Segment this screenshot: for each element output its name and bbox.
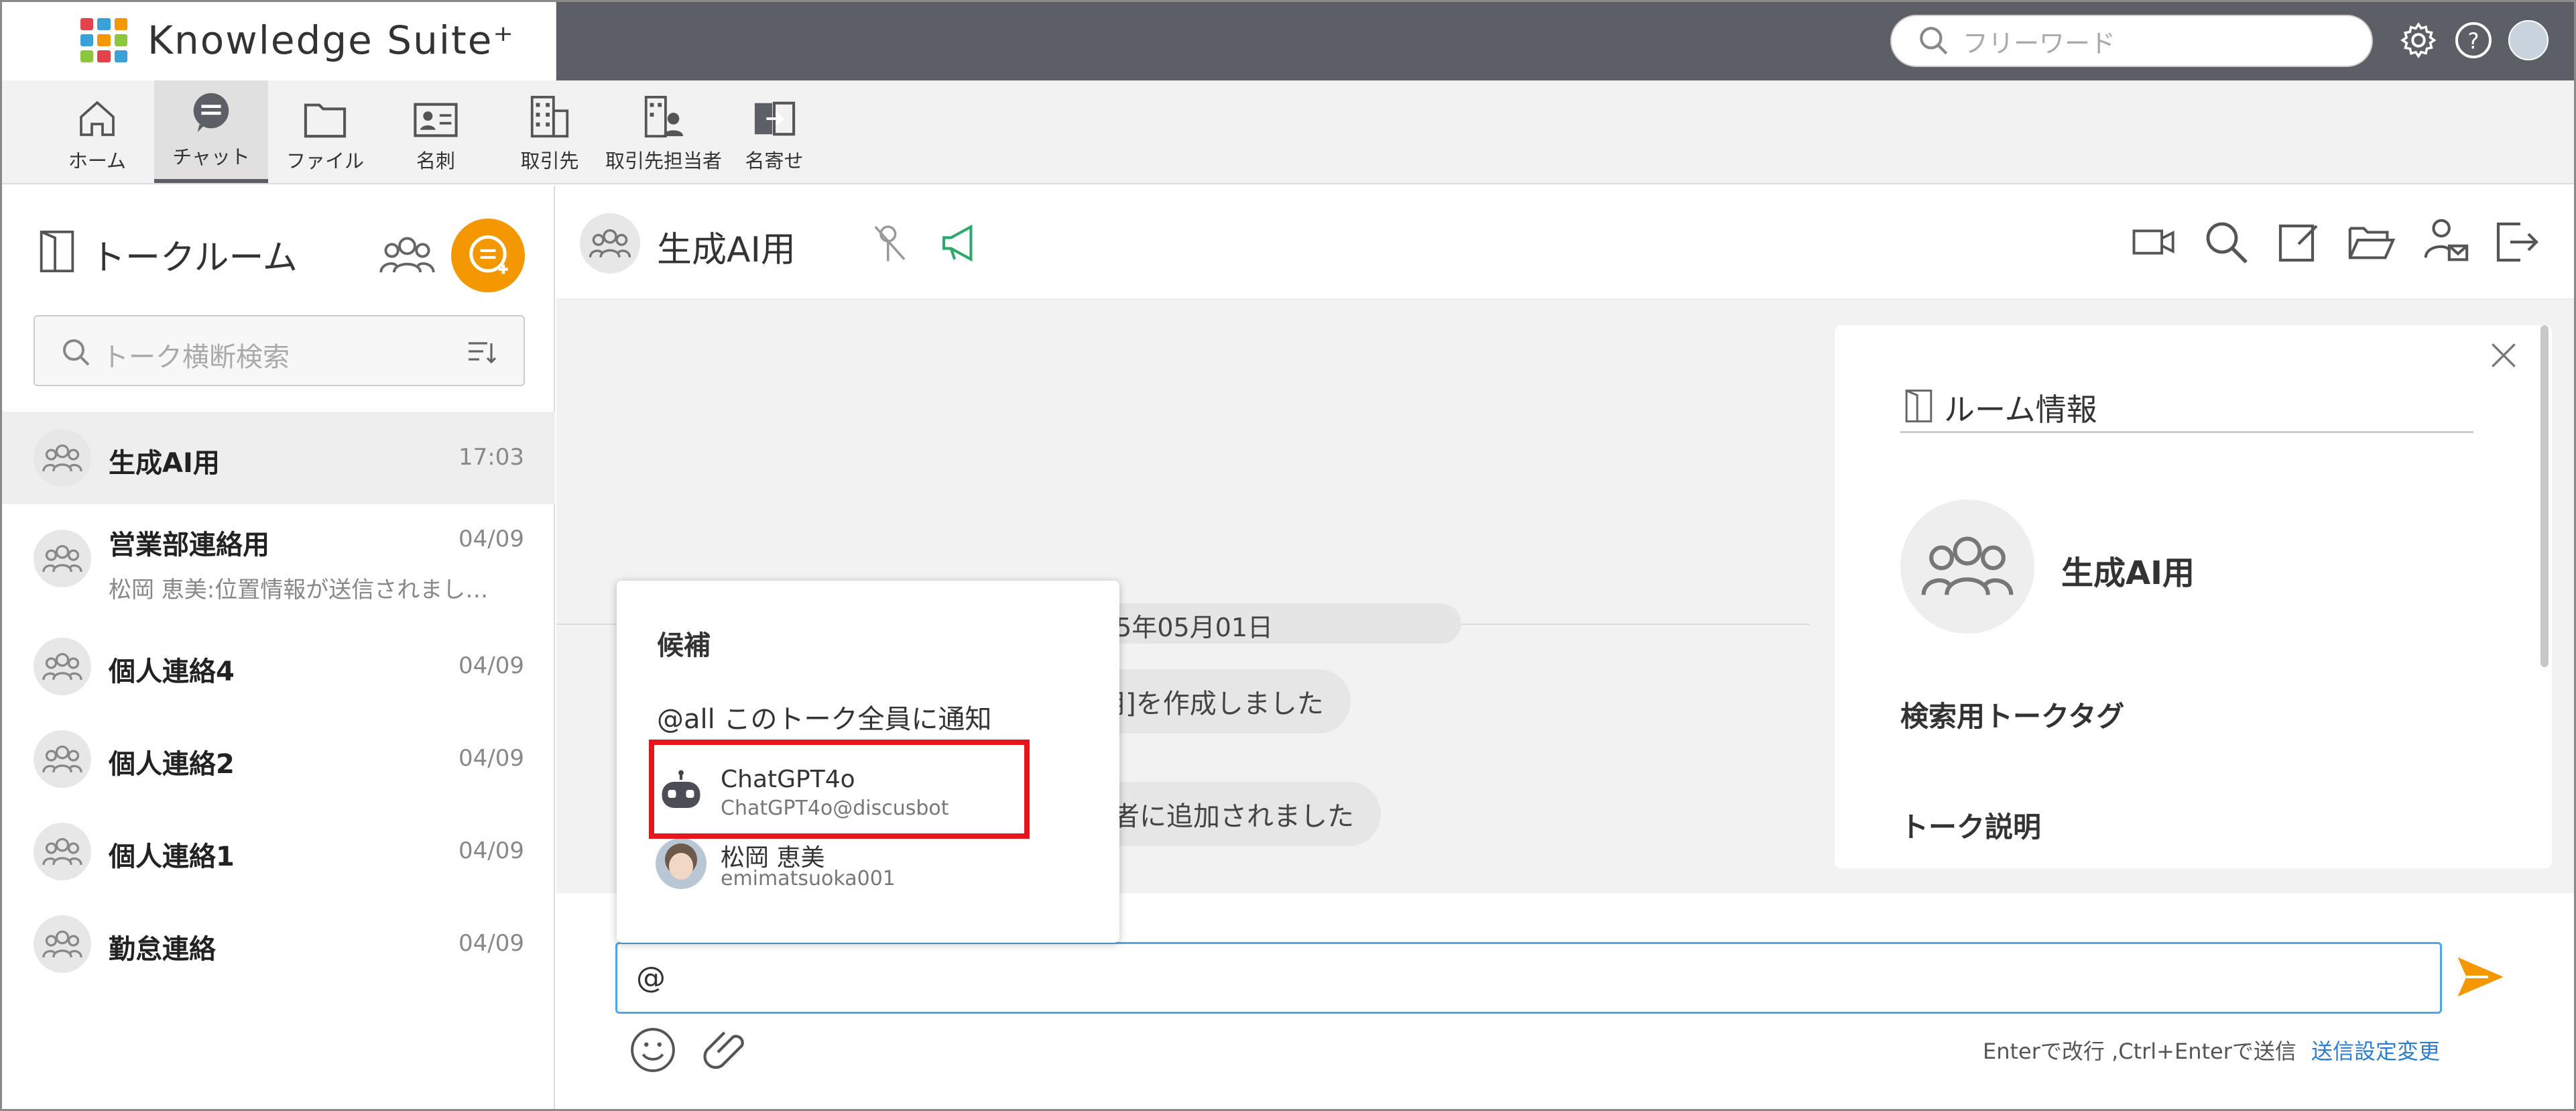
room-name: 個人連絡4 bbox=[109, 656, 235, 687]
merge-icon bbox=[754, 101, 796, 136]
send-icon[interactable] bbox=[2453, 951, 2506, 1003]
talk-search-placeholder: トーク横断検索 bbox=[102, 342, 290, 373]
room-info-divider bbox=[1900, 431, 2473, 433]
room-item[interactable]: 個人連絡4 04/09 bbox=[0, 620, 555, 713]
door-icon bbox=[1905, 390, 1933, 422]
announcement-icon[interactable] bbox=[938, 221, 985, 265]
tool-merge-label: 名寄せ bbox=[745, 150, 804, 172]
brand-logo-icon bbox=[80, 18, 127, 62]
mention-popup-title: 候補 bbox=[657, 630, 711, 661]
room-info-title: ルーム情報 bbox=[1944, 392, 2097, 428]
group-avatar-icon bbox=[34, 823, 91, 880]
room-name: 営業部連絡用 bbox=[109, 530, 269, 561]
members-icon[interactable] bbox=[379, 228, 436, 282]
room-preview: 松岡 恵美:位置情報が送信されまし… bbox=[109, 577, 489, 603]
send-settings-link[interactable]: 送信設定変更 bbox=[2311, 1035, 2440, 1065]
tool-files[interactable]: ファイル bbox=[282, 80, 369, 183]
group-avatar-icon bbox=[34, 429, 91, 487]
global-search-input[interactable]: フリーワード bbox=[1890, 15, 2373, 67]
room-time: 04/09 bbox=[458, 652, 524, 679]
talk-search-input[interactable]: トーク横断検索 bbox=[34, 315, 525, 386]
help-icon[interactable]: ? bbox=[2453, 20, 2494, 60]
group-avatar-icon bbox=[34, 638, 91, 695]
close-icon[interactable] bbox=[2487, 339, 2520, 372]
new-chat-icon bbox=[469, 235, 508, 274]
folder-icon bbox=[304, 103, 347, 138]
group-avatar-icon bbox=[34, 530, 91, 587]
tool-account-contacts-label: 取引先担当者 bbox=[605, 150, 722, 172]
new-talk-button[interactable] bbox=[451, 219, 525, 292]
tool-chat-label: チャット bbox=[172, 145, 250, 168]
tool-merge[interactable]: 名寄せ bbox=[737, 80, 811, 183]
room-time: 04/09 bbox=[458, 526, 524, 552]
member-mail-icon[interactable] bbox=[2421, 215, 2469, 266]
search-icon[interactable] bbox=[2202, 218, 2250, 266]
room-info-name: 生成AI用 bbox=[2061, 554, 2195, 592]
chat-icon bbox=[193, 93, 229, 133]
tool-chat[interactable]: チャット bbox=[154, 80, 268, 183]
svg-text:?: ? bbox=[2467, 29, 2479, 54]
room-item[interactable]: 営業部連絡用 04/09 松岡 恵美:位置情報が送信されまし… bbox=[0, 504, 555, 613]
tool-accounts[interactable]: 取引先 bbox=[509, 80, 590, 183]
room-item[interactable]: 個人連絡1 04/09 bbox=[0, 805, 555, 898]
talk-room-title: トークルーム bbox=[90, 238, 298, 278]
tool-home[interactable]: ホーム bbox=[60, 80, 134, 183]
room-item[interactable]: 個人連絡2 04/09 bbox=[0, 713, 555, 805]
user-avatar[interactable] bbox=[2508, 20, 2549, 60]
building-icon bbox=[530, 95, 569, 138]
room-info-scrollbar[interactable] bbox=[2540, 325, 2549, 667]
sort-icon[interactable] bbox=[466, 338, 498, 367]
room-time: 04/09 bbox=[458, 837, 524, 864]
tool-business-cards-label: 名刺 bbox=[416, 150, 455, 172]
room-name: 勤怠連絡 bbox=[109, 934, 216, 965]
open-folder-icon[interactable] bbox=[2346, 218, 2397, 266]
business-card-icon bbox=[414, 103, 458, 137]
room-time: 17:03 bbox=[458, 444, 524, 471]
chat-header bbox=[556, 186, 2576, 300]
edit-note-icon[interactable] bbox=[2274, 218, 2323, 266]
date-label: 25年05月01日 bbox=[1099, 613, 1274, 642]
user-avatar bbox=[656, 838, 707, 889]
group-avatar-icon bbox=[580, 213, 640, 274]
group-avatar-icon bbox=[34, 915, 91, 973]
building-person-icon bbox=[644, 95, 684, 138]
room-time: 04/09 bbox=[458, 745, 524, 772]
room-name: 個人連絡1 bbox=[109, 841, 235, 872]
mention-all-option[interactable]: @all このトーク全員に通知 bbox=[657, 697, 991, 736]
search-icon bbox=[63, 339, 90, 366]
brand-name: Knowledge Suite⁺ bbox=[147, 17, 515, 63]
room-item[interactable]: 生成AI用 17:03 bbox=[0, 412, 555, 504]
global-search-placeholder: フリーワード bbox=[1963, 28, 2116, 58]
tool-home-label: ホーム bbox=[68, 150, 127, 172]
video-call-icon[interactable] bbox=[2130, 218, 2179, 266]
mention-candidate-id: emimatsuoka001 bbox=[721, 867, 896, 890]
attachment-icon[interactable] bbox=[700, 1024, 753, 1076]
settings-gear-icon[interactable] bbox=[2398, 20, 2439, 60]
send-hint: Enterで改行 ,Ctrl+Enterで送信 bbox=[1983, 1039, 2296, 1064]
search-icon bbox=[1920, 27, 1948, 55]
door-icon bbox=[40, 230, 74, 273]
room-item[interactable]: 勤怠連絡 04/09 bbox=[0, 898, 555, 990]
tool-accounts-label: 取引先 bbox=[520, 150, 579, 172]
tool-account-contacts[interactable]: 取引先担当者 bbox=[600, 80, 727, 183]
main-toolbar: ホーム チャット ファイル 名刺 取引先 取引先担当者 名寄せ bbox=[0, 80, 2576, 184]
search-tags-label: 検索用トークタグ bbox=[1900, 700, 2125, 733]
emoji-icon[interactable] bbox=[627, 1024, 679, 1076]
chat-room-title: 生成AI用 bbox=[657, 230, 796, 270]
room-name: 生成AI用 bbox=[109, 448, 220, 479]
talk-description-label: トーク説明 bbox=[1900, 811, 2042, 843]
leave-room-icon[interactable] bbox=[2492, 218, 2540, 266]
tool-files-label: ファイル bbox=[286, 150, 364, 172]
room-time: 04/09 bbox=[458, 930, 524, 957]
pin-off-icon[interactable] bbox=[868, 221, 912, 265]
room-name: 個人連絡2 bbox=[109, 749, 235, 780]
group-avatar-icon bbox=[34, 730, 91, 788]
message-input[interactable] bbox=[615, 942, 2442, 1014]
tool-business-cards[interactable]: 名刺 bbox=[395, 80, 476, 183]
home-icon bbox=[80, 101, 115, 136]
group-avatar-icon bbox=[1900, 500, 2034, 634]
brand-area: Knowledge Suite⁺ bbox=[0, 0, 556, 80]
highlight-box bbox=[649, 740, 1030, 839]
